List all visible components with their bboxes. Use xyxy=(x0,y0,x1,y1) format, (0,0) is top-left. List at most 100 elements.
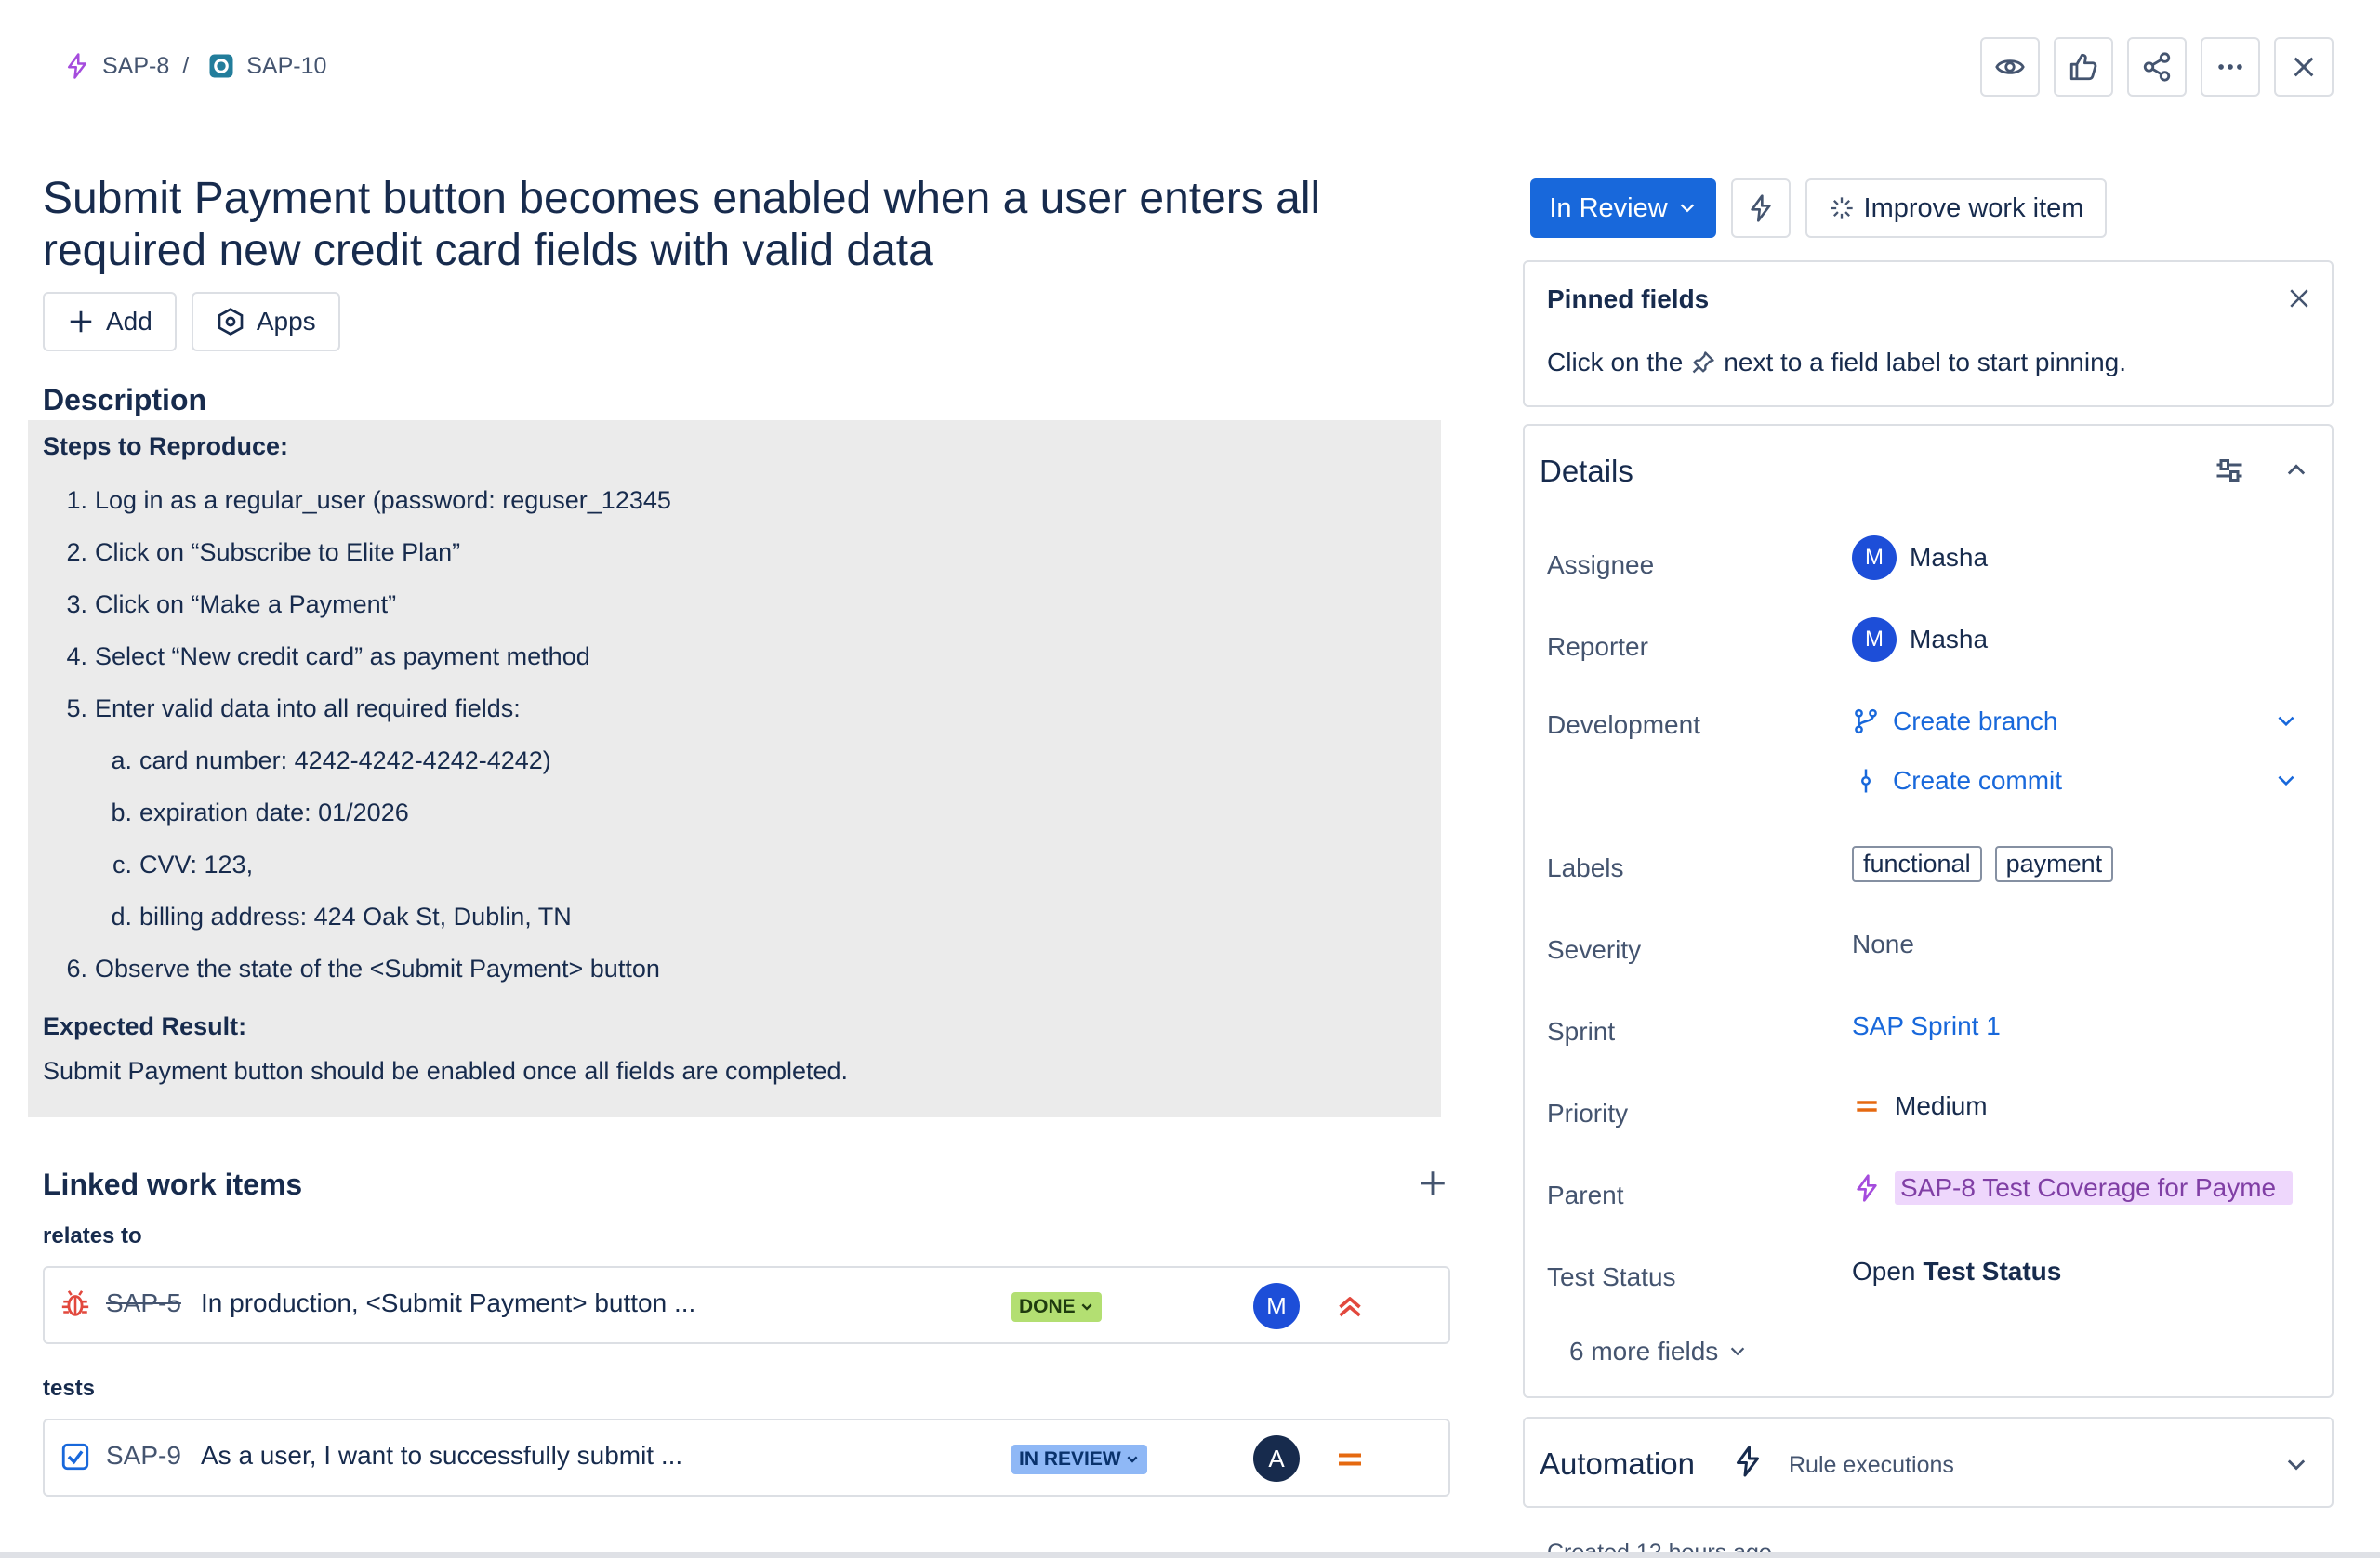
avatar[interactable]: M xyxy=(1253,1283,1300,1329)
sliders-icon xyxy=(2216,459,2242,482)
plus-icon xyxy=(70,310,92,333)
linked-item-row[interactable]: SAP-5 In production, <Submit Payment> bu… xyxy=(43,1266,1450,1344)
more-fields-button[interactable]: 6 more fields xyxy=(1569,1337,1748,1367)
more-fields-label: 6 more fields xyxy=(1569,1337,1719,1366)
close-icon xyxy=(2290,289,2308,308)
add-linked-item-button[interactable] xyxy=(1417,1168,1448,1204)
more-icon xyxy=(2218,64,2242,70)
priority-field[interactable]: Medium xyxy=(1852,1091,1988,1121)
test-issue-icon xyxy=(209,54,233,78)
status-dropdown[interactable]: In Review xyxy=(1530,178,1716,238)
apps-icon xyxy=(218,308,244,336)
pinned-fields-heading: Pinned fields xyxy=(1547,284,1710,313)
pin-icon xyxy=(1692,351,1714,374)
avatar: M xyxy=(1852,535,1897,580)
apps-button[interactable]: Apps xyxy=(191,292,340,351)
breadcrumb-current-label: SAP-10 xyxy=(246,52,327,79)
improve-work-item-label: Improve work item xyxy=(1863,192,2084,223)
details-panel: Details Assignee M Masha Reporter M Mash… xyxy=(1523,424,2334,1398)
eye-icon xyxy=(1995,59,2025,74)
substep-item: d. billing address: 424 Oak St, Dublin, T… xyxy=(111,903,572,931)
status-badge[interactable]: IN REVIEW xyxy=(1012,1445,1147,1474)
create-commit-link[interactable]: Create commit xyxy=(1852,766,2298,796)
reporter-field[interactable]: M Masha xyxy=(1852,617,1988,662)
development-label: Development xyxy=(1547,710,1700,739)
status-badge-label: DONE xyxy=(1019,1296,1076,1317)
issue-title[interactable]: Submit Payment button becomes enabled wh… xyxy=(43,173,1382,277)
chevron-down-icon[interactable] xyxy=(2274,769,2298,793)
breadcrumb-separator: / xyxy=(182,52,190,79)
avatar: M xyxy=(1852,617,1897,662)
breadcrumb-current[interactable]: SAP-10 xyxy=(207,52,326,80)
description-body[interactable]: Steps to Reproduce: 1. Log in as a regula… xyxy=(28,420,1441,1117)
status-badge[interactable]: DONE xyxy=(1012,1292,1102,1322)
share-button[interactable] xyxy=(2127,37,2187,97)
improve-work-item-button[interactable]: Improve work item xyxy=(1805,178,2107,238)
chevron-down-icon xyxy=(1081,1303,1092,1311)
automation-panel[interactable]: Automation Rule executions xyxy=(1523,1417,2334,1508)
substep-item: c. CVV: 123, xyxy=(112,851,254,878)
chevron-down-icon[interactable] xyxy=(2274,709,2298,733)
linked-item-summary[interactable]: As a user, I want to successfully submit… xyxy=(201,1441,682,1471)
automation-subtitle: Rule executions xyxy=(1789,1452,1954,1478)
step-item: 4. Select “New credit card” as payment me… xyxy=(66,642,590,670)
chevron-down-icon xyxy=(1127,1456,1138,1463)
parent-link: SAP-8 Test Coverage for Payme xyxy=(1895,1171,2293,1205)
steps-heading: Steps to Reproduce: xyxy=(43,432,289,460)
add-button[interactable]: Add xyxy=(43,292,177,351)
title-actions: Add Apps xyxy=(43,292,340,351)
linked-item-key[interactable]: SAP-9 xyxy=(106,1441,181,1471)
substep-item: a. card number: 4242-4242-4242-4242) xyxy=(111,746,551,774)
sprint-link[interactable]: SAP Sprint 1 xyxy=(1852,1011,2001,1041)
create-branch-label: Create branch xyxy=(1893,706,2058,735)
task-checkbox-icon xyxy=(60,1441,91,1477)
pinned-fields-panel: Pinned fields Click on the next to a fie… xyxy=(1523,260,2334,407)
chevron-down-icon xyxy=(1731,1347,1745,1356)
label-tag[interactable]: payment xyxy=(1994,846,2114,882)
expected-heading: Expected Result: xyxy=(43,1012,247,1040)
assignee-field[interactable]: M Masha xyxy=(1852,535,1988,580)
severity-value[interactable]: None xyxy=(1852,930,1914,959)
linked-item-key[interactable]: SAP-5 xyxy=(106,1288,181,1318)
watch-button[interactable] xyxy=(1980,37,2040,97)
step-item: 1. Log in as a regular_user (password: re… xyxy=(66,486,671,514)
apps-button-label: Apps xyxy=(256,307,316,336)
more-actions-button[interactable] xyxy=(2201,37,2260,97)
header-actions xyxy=(1980,37,2334,97)
collapse-details-button[interactable] xyxy=(2283,457,2309,488)
details-heading[interactable]: Details xyxy=(1540,454,1633,489)
close-pinned-button[interactable] xyxy=(2285,284,2313,317)
labels-field[interactable]: functional payment xyxy=(1852,846,2114,882)
breadcrumb-parent[interactable]: SAP-8 xyxy=(63,52,169,80)
priority-highest-icon xyxy=(1333,1290,1367,1328)
severity-label: Severity xyxy=(1547,935,1642,964)
bottom-divider xyxy=(0,1552,2380,1558)
priority-medium-icon xyxy=(1857,1101,1877,1112)
status-dropdown-label: In Review xyxy=(1549,192,1668,223)
linked-item-row[interactable]: SAP-9 As a user, I want to successfully … xyxy=(43,1419,1450,1497)
expected-text: Submit Payment button should be enabled … xyxy=(43,1057,849,1085)
link-type-tests: tests xyxy=(43,1376,96,1401)
test-status-value[interactable]: Open Test Status xyxy=(1852,1257,2061,1287)
branch-icon xyxy=(1855,708,1877,734)
breadcrumb: SAP-8 / SAP-10 xyxy=(63,52,326,80)
linked-item-summary[interactable]: In production, <Submit Payment> button .… xyxy=(201,1288,695,1318)
sprint-label: Sprint xyxy=(1547,1017,1616,1046)
avatar[interactable]: A xyxy=(1253,1435,1300,1482)
create-branch-link[interactable]: Create branch xyxy=(1852,706,2298,736)
test-status-label: Test Status xyxy=(1547,1262,1676,1291)
label-tag[interactable]: functional xyxy=(1852,846,1982,882)
configure-fields-button[interactable] xyxy=(2213,454,2246,492)
parent-field[interactable]: SAP-8 Test Coverage for Payme xyxy=(1852,1171,2293,1205)
commit-icon xyxy=(1861,769,1871,793)
close-button[interactable] xyxy=(2274,37,2334,97)
automation-actions-button[interactable] xyxy=(1731,178,1791,238)
close-icon xyxy=(2294,57,2314,77)
steps-list: 1. Log in as a regular_user (password: re… xyxy=(43,474,1426,995)
expand-automation-button[interactable] xyxy=(2283,1452,2309,1483)
pinned-hint-before: Click on the xyxy=(1547,348,1684,376)
automation-heading: Automation xyxy=(1540,1446,1695,1481)
substep-item: b. expiration date: 01/2026 xyxy=(111,799,409,826)
vote-button[interactable] xyxy=(2054,37,2113,97)
step-item: 6. Observe the state of the <Submit Payme… xyxy=(66,955,660,983)
